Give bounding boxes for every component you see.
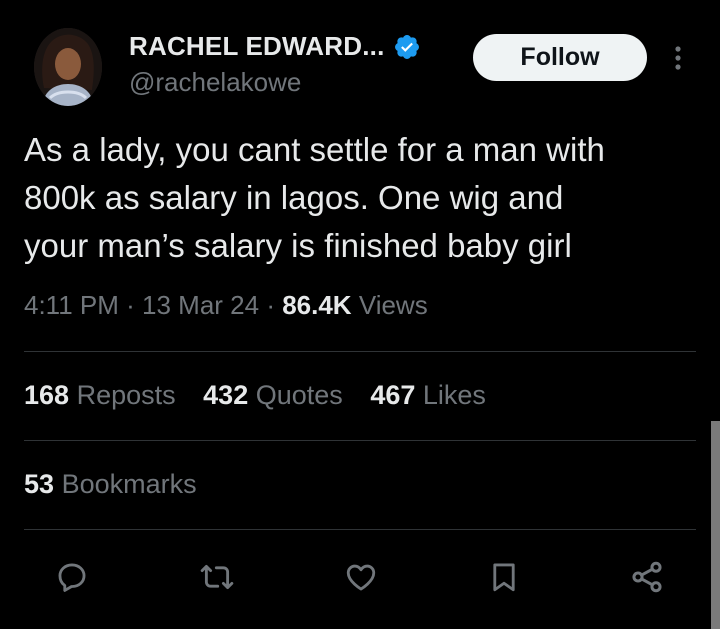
tweet-text: As a lady, you cant settle for a man wit… (24, 126, 704, 270)
views-label: Views (358, 290, 428, 320)
engagement-stats: 168 Reposts 432 Quotes 467 Likes (24, 380, 506, 411)
tweet-date[interactable]: 13 Mar 24 (142, 290, 259, 320)
profile-photo (34, 28, 102, 106)
avatar[interactable] (34, 28, 102, 106)
tweet-line: 800k as salary in lagos. One wig and (24, 179, 564, 216)
like-icon[interactable] (339, 555, 383, 599)
scrollbar[interactable] (711, 421, 720, 629)
bookmarks-label: Bookmarks (61, 469, 197, 499)
bookmarks-count: 53 (24, 469, 55, 499)
share-icon[interactable] (625, 555, 669, 599)
divider (24, 529, 696, 530)
reposts-stat[interactable]: 168 Reposts (24, 380, 176, 410)
action-bar (0, 555, 720, 605)
meta-separator: · (118, 290, 143, 320)
reposts-label: Reposts (76, 380, 176, 410)
quotes-label: Quotes (255, 380, 343, 410)
reposts-count: 168 (24, 380, 70, 410)
tweet-line: As a lady, you cant settle for a man wit… (24, 131, 605, 168)
bookmarks-stat[interactable]: 53 Bookmarks (24, 469, 197, 500)
quotes-count: 432 (203, 380, 249, 410)
tweet-meta: 4:11 PM · 13 Mar 24 · 86.4K Views (24, 290, 428, 321)
follow-button[interactable]: Follow (473, 34, 647, 81)
views-count: 86.4K (282, 290, 352, 320)
repost-icon[interactable] (195, 555, 239, 599)
quotes-stat[interactable]: 432 Quotes (203, 380, 343, 410)
tweet-time[interactable]: 4:11 PM (24, 290, 119, 320)
reply-icon[interactable] (50, 555, 94, 599)
likes-stat[interactable]: 467 Likes (370, 380, 486, 410)
divider (24, 351, 696, 352)
likes-count: 467 (370, 380, 416, 410)
author-name-row[interactable]: RACHEL EDWARD... (129, 31, 421, 62)
more-vertical-icon[interactable] (666, 42, 690, 74)
verified-badge-icon (394, 34, 419, 59)
divider (24, 440, 696, 441)
bookmark-icon[interactable] (482, 555, 526, 599)
author-handle[interactable]: @rachelakowe (129, 67, 301, 98)
tweet-line: your man’s salary is finished baby girl (24, 227, 572, 264)
likes-label: Likes (422, 380, 486, 410)
meta-separator: · (259, 290, 283, 320)
display-name[interactable]: RACHEL EDWARD... (129, 31, 385, 62)
